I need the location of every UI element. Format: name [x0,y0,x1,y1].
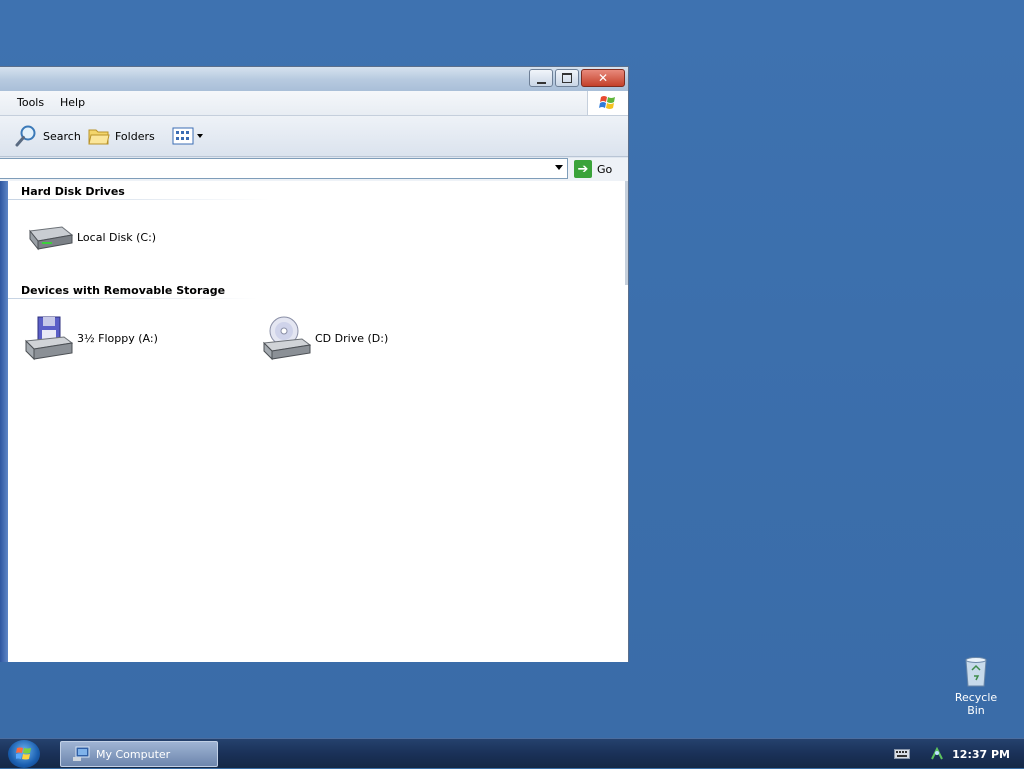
recycle-bin-label: Recycle Bin [954,691,998,717]
search-icon [15,125,36,147]
close-icon: ✕ [597,71,609,85]
keyboard-icon[interactable] [894,749,911,759]
close-button[interactable]: ✕ [581,69,625,87]
go-button[interactable]: ➔ Go [574,160,612,178]
minimize-button[interactable] [529,69,553,87]
group-divider [8,298,258,299]
folder-icon [88,129,110,145]
drive-label: Local Disk (C:) [77,230,157,244]
chevron-down-icon[interactable] [555,165,563,170]
menu-bar: Tools Help [0,91,628,116]
computer-icon [73,746,90,761]
group-divider [8,199,270,200]
search-button[interactable]: Search [14,124,81,148]
hard-disk-icon [29,226,73,251]
drive-label: 3½ Floppy (A:) [77,331,158,345]
title-bar[interactable]: ✕ [0,67,628,91]
taskbar: My Computer 12:37 PM [0,738,1024,768]
folders-label: Folders [115,129,155,143]
drives-view: Hard Disk Drives Local Disk (C:) Devices… [0,181,628,662]
maximize-button[interactable] [555,69,579,87]
cd-drive-icon [262,316,311,361]
address-bar: ➔ Go [0,158,628,181]
menu-tools[interactable]: Tools [17,96,44,109]
clock[interactable]: 12:37 PM [952,748,1010,761]
go-arrow-icon: ➔ [574,160,592,178]
restore-icon [562,73,572,83]
drive-cd-d[interactable]: CD Drive (D:) [262,315,388,361]
go-label: Go [597,162,613,176]
scrollbar[interactable] [625,181,628,285]
taskbar-item-label: My Computer [96,747,171,761]
address-input[interactable] [0,158,568,179]
folders-button[interactable]: Folders [88,124,155,148]
drive-local-disk-c[interactable]: Local Disk (C:) [24,221,156,253]
start-button[interactable] [8,740,40,768]
menu-help[interactable]: Help [60,96,85,109]
recycle-bin-icon [965,657,987,687]
views-icon [172,127,203,145]
toolbar: Search Folders [0,116,628,157]
windows-logo-icon [16,747,31,760]
window-side-border [0,181,8,662]
desktop-icon-recycle-bin[interactable]: Recycle Bin [945,656,1007,717]
system-tray: 12:37 PM [894,739,1024,769]
drive-label: CD Drive (D:) [315,331,389,345]
views-button[interactable] [172,124,204,148]
network-icon[interactable] [930,747,944,761]
minimize-icon [536,79,546,84]
taskbar-item-my-computer[interactable]: My Computer [60,741,218,767]
drive-floppy-a[interactable]: 3½ Floppy (A:) [24,315,158,361]
group-removable-storage: Devices with Removable Storage [21,284,226,297]
floppy-drive-icon [24,316,73,361]
search-label: Search [43,129,81,143]
windows-logo-icon [587,91,628,115]
group-hard-disk-drives: Hard Disk Drives [21,185,125,198]
window-controls: ✕ [527,69,625,87]
my-computer-window: ✕ Tools Help Search Folders ➔ Go Hard Di… [0,66,629,662]
